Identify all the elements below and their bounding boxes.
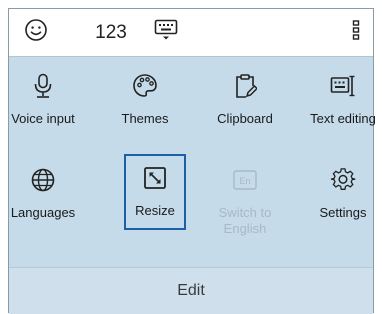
keyboard-options-panel: 123 Voice input Themes Clipboard Text ed… bbox=[8, 8, 376, 314]
switch-to-english-option: En Switch to English bbox=[203, 167, 287, 237]
settings-label: Settings bbox=[319, 205, 367, 220]
clipboard-option[interactable]: Clipboard bbox=[203, 73, 287, 127]
keyboard-toolbar-frame: 123 Voice input Themes Clipboard Text ed… bbox=[0, 0, 382, 314]
microphone-icon bbox=[30, 73, 56, 99]
globe-icon bbox=[30, 167, 56, 193]
clipboard-icon bbox=[232, 73, 258, 99]
en-badge: En bbox=[239, 176, 250, 186]
gear-icon bbox=[330, 167, 356, 193]
languages-option[interactable]: Languages bbox=[1, 167, 85, 221]
numbers-button[interactable]: 123 bbox=[87, 9, 135, 56]
resize-icon bbox=[142, 165, 168, 191]
keyboard-top-bar: 123 bbox=[9, 9, 373, 57]
resize-option[interactable]: Resize bbox=[124, 154, 186, 230]
clipboard-label: Clipboard bbox=[217, 111, 273, 126]
settings-option[interactable]: Settings bbox=[301, 167, 382, 221]
emoji-button[interactable] bbox=[17, 9, 55, 56]
text-editing-option[interactable]: Text editing bbox=[301, 73, 382, 127]
themes-label: Themes bbox=[121, 111, 169, 126]
palette-icon bbox=[132, 73, 158, 99]
voice-input-option[interactable]: Voice input bbox=[1, 73, 85, 127]
en-icon: En bbox=[232, 167, 258, 193]
hide-keyboard-button[interactable] bbox=[149, 9, 183, 56]
more-options-button[interactable] bbox=[344, 9, 368, 56]
themes-option[interactable]: Themes bbox=[103, 73, 187, 127]
edit-label: Edit bbox=[177, 282, 205, 299]
text-editing-label: Text editing bbox=[310, 111, 376, 126]
voice-input-label: Voice input bbox=[11, 111, 75, 126]
numbers-label: 123 bbox=[95, 21, 127, 43]
text-edit-icon bbox=[330, 73, 356, 99]
keyboard-hide-icon bbox=[154, 19, 178, 46]
edit-tab[interactable]: Edit bbox=[9, 268, 373, 314]
smiley-icon bbox=[24, 18, 48, 47]
more-vertical-icon bbox=[352, 19, 360, 46]
languages-label: Languages bbox=[10, 205, 76, 220]
switch-to-english-label: Switch to English bbox=[218, 205, 272, 236]
resize-label: Resize bbox=[135, 203, 175, 218]
